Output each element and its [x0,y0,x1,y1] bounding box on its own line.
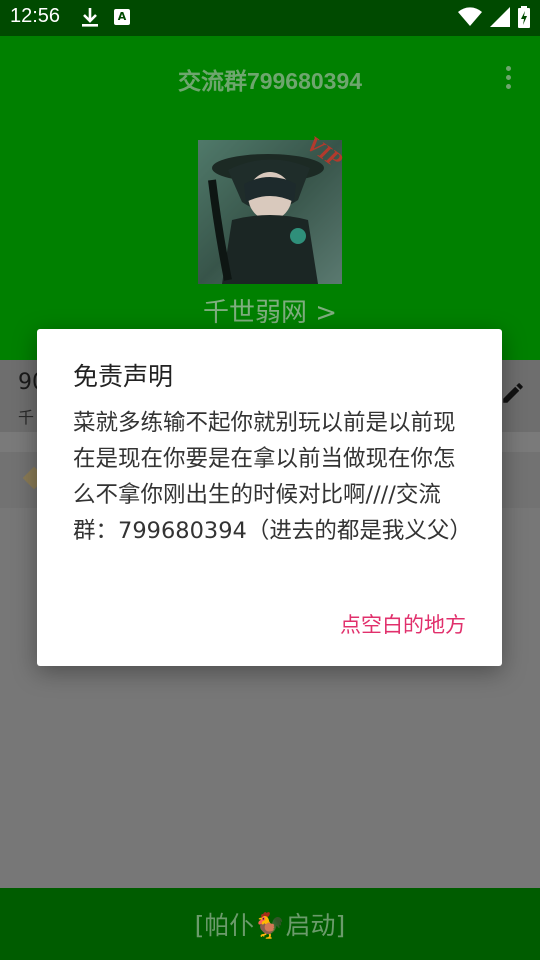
username-link[interactable]: 千世弱网 > [0,292,540,329]
profile-header: 交流群799680394 VIP 千世弱网 > [0,36,540,360]
dialog-title: 免责声明 [73,362,174,391]
battery-icon [518,6,530,32]
download-icon [80,6,100,32]
edit-icon[interactable] [500,380,526,410]
more-vert-icon[interactable] [506,66,512,93]
a-icon: A [114,9,130,25]
status-bar: 12:56 A [0,0,540,36]
disclaimer-dialog: 免责声明 菜就多练输不起你就别玩以前是以前现在是现在你要是在拿以前当做现在你怎么… [37,329,502,666]
dismiss-button[interactable]: 点空白的地方 [340,609,466,639]
wifi-icon [458,7,482,31]
list-item-sub: 千 [18,408,35,427]
status-time: 12:56 [10,5,61,27]
dialog-body: 菜就多练输不起你就别玩以前是以前现在是现在你要是在拿以前当做现在你怎么不拿你刚出… [73,410,472,544]
signal-icon [490,7,510,31]
bottom-bar[interactable]: [帕仆🐓启动] [0,888,540,960]
page-title: 交流群799680394 [177,68,363,94]
start-button[interactable]: [帕仆🐓启动] [0,906,540,942]
